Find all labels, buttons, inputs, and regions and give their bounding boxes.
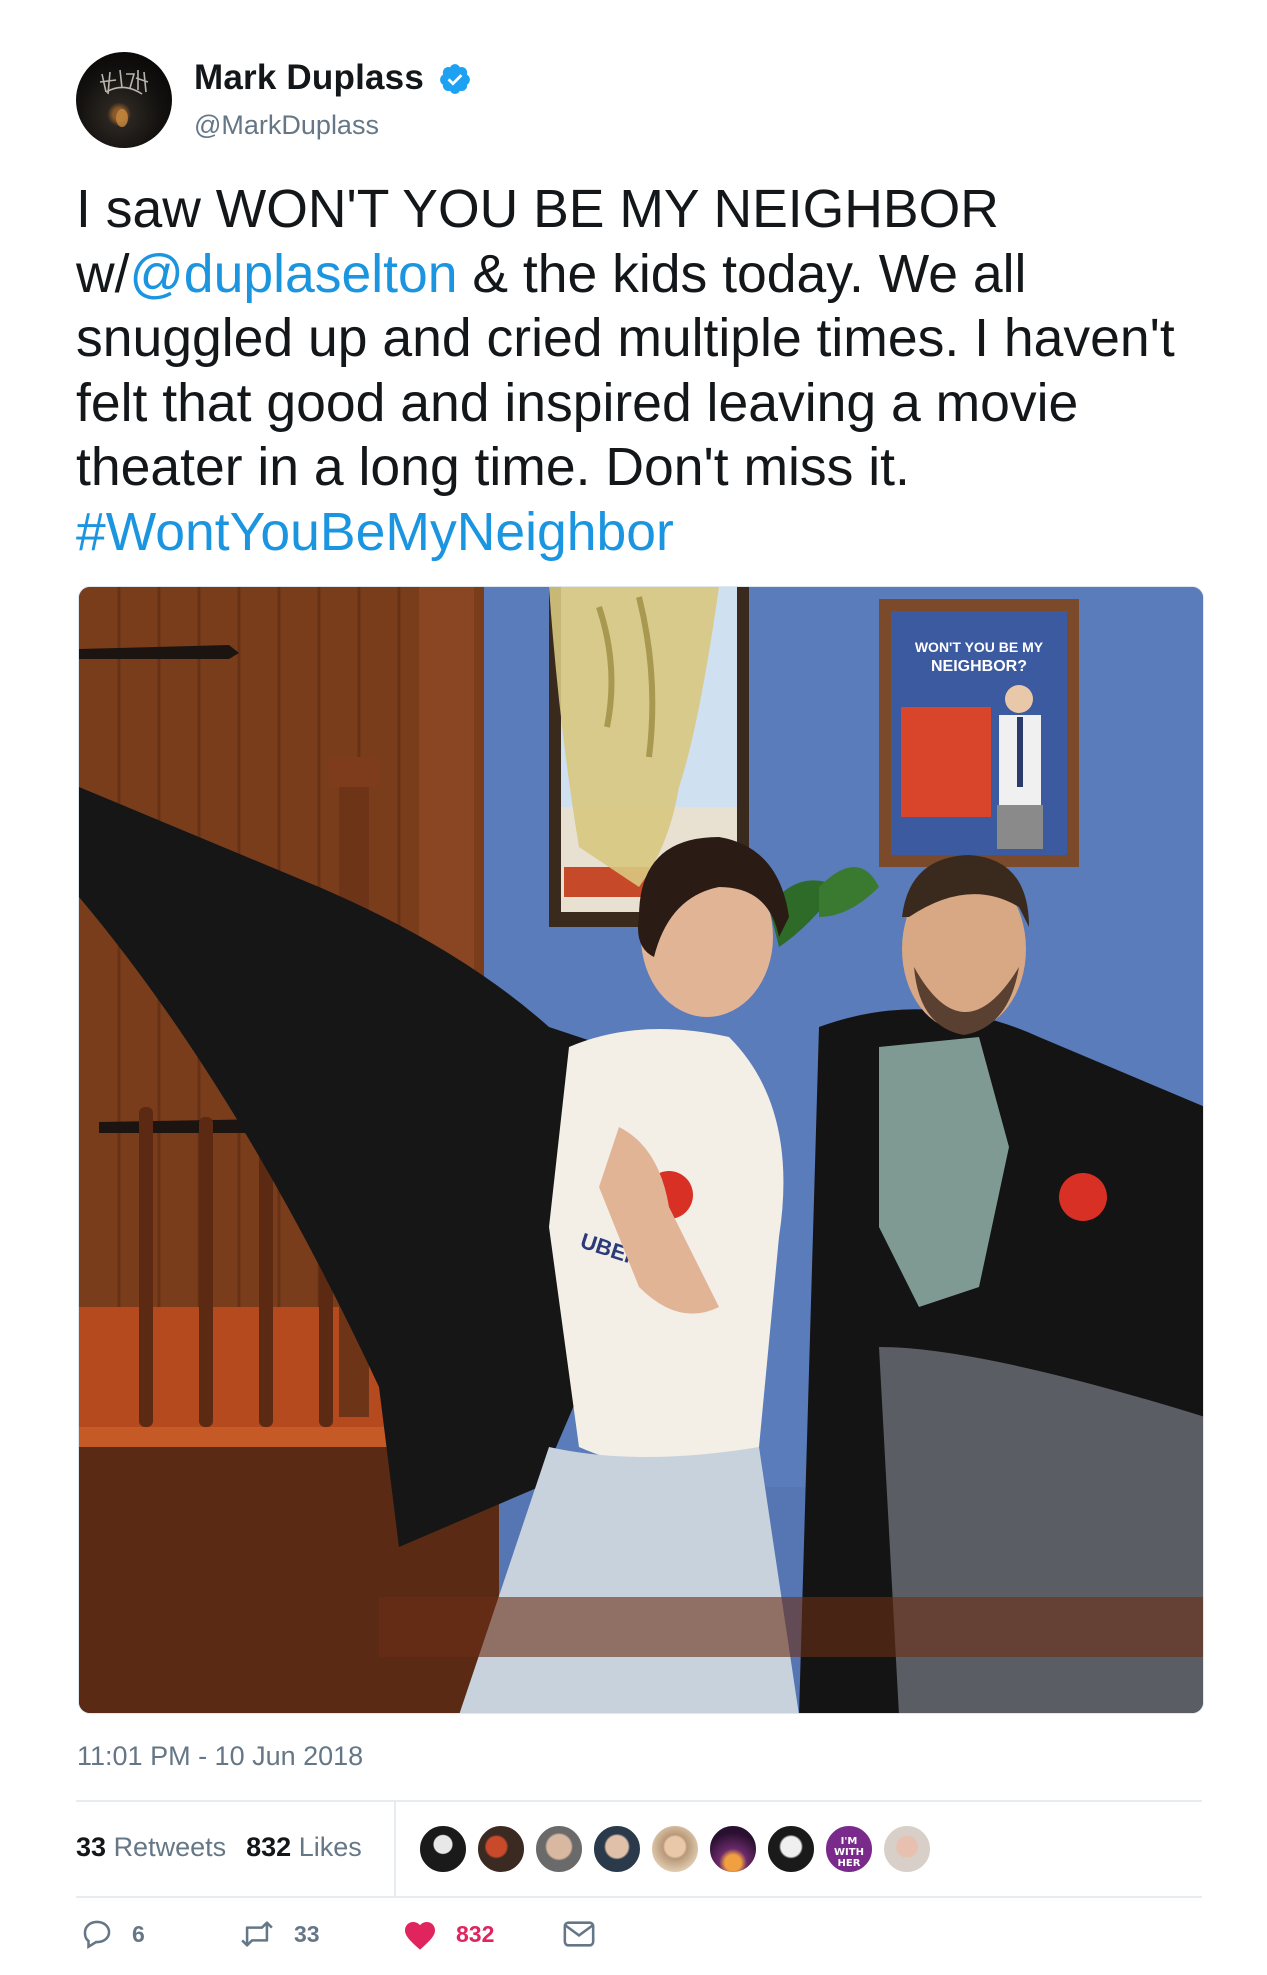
author-name[interactable]: Mark Duplass: [194, 58, 424, 98]
liker-avatar[interactable]: [882, 1824, 932, 1874]
divider-bottom: [76, 1896, 1202, 1898]
tweet-timestamp[interactable]: 11:01 PM - 10 Jun 2018: [77, 1741, 363, 1772]
retweets-stat[interactable]: 33 Retweets: [76, 1832, 226, 1862]
movie-poster: WON'T YOU BE MY NEIGHBOR?: [879, 599, 1079, 867]
tweet-text: I saw WON'T YOU BE MY NEIGHBOR w/@duplas…: [76, 178, 1206, 565]
liker-avatar[interactable]: [476, 1824, 526, 1874]
liker-avatar[interactable]: [418, 1824, 468, 1874]
tweet-photo[interactable]: WON'T YOU BE MY NEIGHBOR? UBEREE: [78, 586, 1204, 1714]
direct-message-button[interactable]: [562, 1914, 614, 1954]
retweets-label: Retweets: [113, 1832, 227, 1862]
poster-title-1: WON'T YOU BE MY: [915, 639, 1044, 655]
liker-avatar[interactable]: [708, 1824, 758, 1874]
movie-button-badge: [1059, 1173, 1107, 1221]
reply-count: 6: [132, 1920, 145, 1947]
like-button[interactable]: 832: [402, 1914, 494, 1954]
likes-label: Likes: [298, 1832, 362, 1862]
liker-avatar[interactable]: [592, 1824, 642, 1874]
liker-avatar[interactable]: I'M WITH HER: [824, 1824, 874, 1874]
stats-divider: [394, 1802, 396, 1896]
liker-avatar[interactable]: [534, 1824, 584, 1874]
retweets-count: 33: [76, 1832, 107, 1862]
engagement-stats: 33 Retweets 832 Likes: [76, 1832, 362, 1863]
verified-badge-icon: [440, 64, 470, 94]
envelope-icon: [563, 1921, 595, 1947]
retweet-button[interactable]: 33: [238, 1914, 320, 1954]
reply-icon: [83, 1920, 111, 1950]
liker-avatar[interactable]: [650, 1824, 700, 1874]
like-count: 832: [456, 1920, 495, 1947]
liker-avatar[interactable]: [766, 1824, 816, 1874]
likes-count: 832: [246, 1832, 292, 1862]
tweet-card: Mark Duplass @MarkDuplass I saw WON'T YO…: [0, 0, 1267, 1975]
hashtag-link[interactable]: #WontYouBeMyNeighbor: [76, 503, 674, 562]
divider-top: [76, 1800, 1202, 1802]
poster-title-2: NEIGHBOR?: [931, 658, 1027, 675]
author-handle[interactable]: @MarkDuplass: [194, 110, 379, 141]
liker-badge-text: I'M WITH HER: [834, 1836, 864, 1869]
likes-stat[interactable]: 832 Likes: [246, 1832, 362, 1862]
retweet-count: 33: [294, 1920, 320, 1947]
reply-button[interactable]: 6: [80, 1914, 145, 1954]
mention-link[interactable]: @duplaselton: [130, 245, 458, 304]
avatar[interactable]: [76, 52, 172, 148]
retweet-icon: [241, 1921, 273, 1947]
heart-icon: [405, 1922, 435, 1950]
